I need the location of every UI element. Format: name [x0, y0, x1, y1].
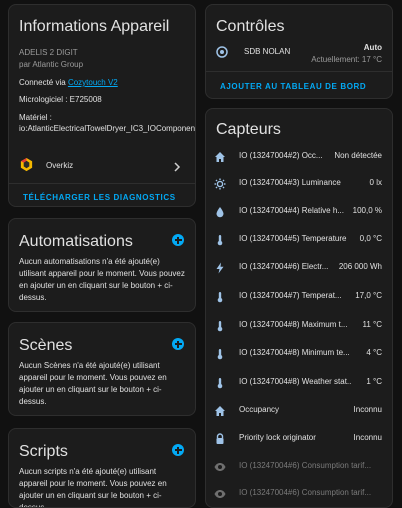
- sensors-title: Capteurs: [216, 121, 281, 138]
- sensor-value: 0 lx: [369, 178, 382, 187]
- automations-title: Automatisations: [19, 233, 133, 250]
- add-automation-button[interactable]: [172, 234, 184, 246]
- sensor-row[interactable]: IO (13247004#3) Luminance 0 lx: [206, 173, 392, 193]
- sensor-name: IO (13247004#6) Electr...: [239, 262, 329, 271]
- sensor-value: 0,0 °C: [359, 234, 382, 243]
- lock-icon: [214, 432, 226, 444]
- sensor-name: IO (13247004#8) Maximum t...: [239, 320, 348, 329]
- sensor-value: Inconnu: [353, 433, 382, 442]
- sensor-name: Occupancy: [239, 405, 280, 414]
- home-icon: [214, 150, 226, 162]
- sensor-name: Priority lock originator: [239, 433, 316, 442]
- sensor-name: IO (13247004#6) Consumption tarif...: [239, 488, 372, 497]
- flash-icon: [214, 261, 226, 274]
- thermostat-icon: [216, 45, 228, 58]
- control-entity-name: SDB NOLAN: [244, 47, 291, 56]
- eye-icon: [214, 460, 226, 472]
- sensor-row[interactable]: Occupancy Inconnu: [206, 400, 392, 420]
- thermometer-icon: [214, 376, 226, 389]
- add-script-button[interactable]: [172, 444, 184, 456]
- sensor-row[interactable]: IO (13247004#8) Maximum t... 11 °C: [206, 315, 392, 335]
- connected-label: Connecté via: [19, 78, 66, 87]
- sensor-value: 206 000 Wh: [338, 262, 382, 271]
- sensor-value: 17,0 °C: [355, 291, 382, 300]
- sensor-row[interactable]: IO (13247004#4) Relative h... 100,0 %: [206, 201, 392, 221]
- sensor-row[interactable]: IO (13247004#5) Temperature 0,0 °C: [206, 229, 392, 249]
- sensor-name: IO (13247004#8) Minimum te...: [239, 348, 350, 357]
- thermometer-icon: [214, 319, 226, 332]
- sensor-name: IO (13247004#4) Relative h...: [239, 206, 344, 215]
- home-icon: [214, 404, 226, 416]
- integration-name: Overkiz: [46, 161, 74, 170]
- sensor-value: Non détectée: [334, 151, 382, 160]
- firmware-version: Micrologiciel : E725008: [19, 95, 102, 104]
- chevron-right-icon: [173, 159, 181, 172]
- add-scene-button[interactable]: [172, 338, 184, 350]
- thermometer-icon: [214, 233, 226, 246]
- control-current-temp: Actuellement: 17 °C: [311, 55, 382, 64]
- hardware-value: io:AtlanticElectricalTowelDryer_IC3_IOCo…: [19, 124, 196, 133]
- sensor-value: 1 °C: [366, 377, 382, 386]
- eye-icon: [214, 487, 226, 499]
- connected-link[interactable]: Cozytouch V2: [68, 78, 118, 87]
- sensor-name: IO (13247004#8) Weather stat...: [239, 377, 351, 386]
- controls-card: Contrôles SDB NOLAN Auto Actuellement: 1…: [205, 4, 393, 99]
- device-model: ADELIS 2 DIGIT: [19, 48, 78, 57]
- sensor-name: IO (13247004#3) Luminance: [239, 178, 341, 187]
- download-diagnostics-button[interactable]: Télécharger les diagnostics: [23, 193, 176, 202]
- connected-via: Connecté via Cozytouch V2: [19, 78, 118, 87]
- sensor-name: IO (13247004#2) Occ...: [239, 151, 323, 160]
- integration-row[interactable]: Overkiz: [9, 153, 195, 177]
- controls-title: Contrôles: [216, 18, 285, 35]
- sensor-row[interactable]: IO (13247004#6) Consumption tarif...: [206, 483, 392, 503]
- device-info-title: Informations Appareil: [19, 18, 170, 35]
- scripts-card: Scripts Aucun scripts n'a été ajouté(e) …: [8, 428, 196, 508]
- sensor-row[interactable]: IO (13247004#6) Electr... 206 000 Wh: [206, 257, 392, 277]
- thermometer-icon: [214, 290, 226, 303]
- sensor-row[interactable]: IO (13247004#8) Minimum te... 4 °C: [206, 343, 392, 363]
- hardware-label: Matériel :: [19, 113, 52, 122]
- scenes-title: Scènes: [19, 337, 73, 354]
- sensor-row[interactable]: IO (13247004#8) Weather stat... 1 °C: [206, 372, 392, 392]
- overkiz-logo-icon: [19, 157, 34, 172]
- device-manufacturer: par Atlantic Group: [19, 60, 84, 69]
- scripts-empty-text: Aucun scripts n'a été ajouté(e) utilisan…: [19, 467, 167, 508]
- divider: [206, 71, 392, 72]
- brightness-icon: [214, 177, 226, 190]
- add-to-dashboard-button[interactable]: Ajouter au tableau de bord: [220, 82, 366, 91]
- divider: [9, 183, 195, 184]
- sensor-row[interactable]: Priority lock originator Inconnu: [206, 428, 392, 448]
- control-entity-row[interactable]: SDB NOLAN Auto Actuellement: 17 °C: [206, 41, 392, 67]
- scenes-empty-text: Aucun Scènes n'a été ajouté(e) utilisant…: [19, 361, 167, 406]
- sensor-row[interactable]: IO (13247004#6) Consumption tarif...: [206, 456, 392, 476]
- thermometer-icon: [214, 347, 226, 360]
- sensor-value: 100,0 %: [352, 206, 382, 215]
- automations-card: Automatisations Aucun automatisations n'…: [8, 218, 196, 312]
- device-info-card: Informations Appareil ADELIS 2 DIGIT par…: [8, 4, 196, 207]
- sensor-name: IO (13247004#7) Temperat...: [239, 291, 342, 300]
- scripts-title: Scripts: [19, 443, 68, 460]
- sensor-name: IO (13247004#5) Temperature: [239, 234, 347, 243]
- scenes-card: Scènes Aucun Scènes n'a été ajouté(e) ut…: [8, 322, 196, 416]
- sensor-value: 11 °C: [362, 320, 382, 329]
- automations-empty-text: Aucun automatisations n'a été ajouté(e) …: [19, 257, 185, 302]
- sensor-name: IO (13247004#6) Consumption tarif...: [239, 461, 372, 470]
- control-state: Auto: [363, 43, 382, 52]
- sensor-value: 4 °C: [366, 348, 382, 357]
- sensors-card: Capteurs IO (13247004#2) Occ... Non déte…: [205, 108, 393, 508]
- sensor-row[interactable]: IO (13247004#2) Occ... Non détectée: [206, 146, 392, 166]
- water-drop-icon: [214, 205, 226, 218]
- sensor-value: Inconnu: [353, 405, 382, 414]
- sensor-row[interactable]: IO (13247004#7) Temperat... 17,0 °C: [206, 286, 392, 306]
